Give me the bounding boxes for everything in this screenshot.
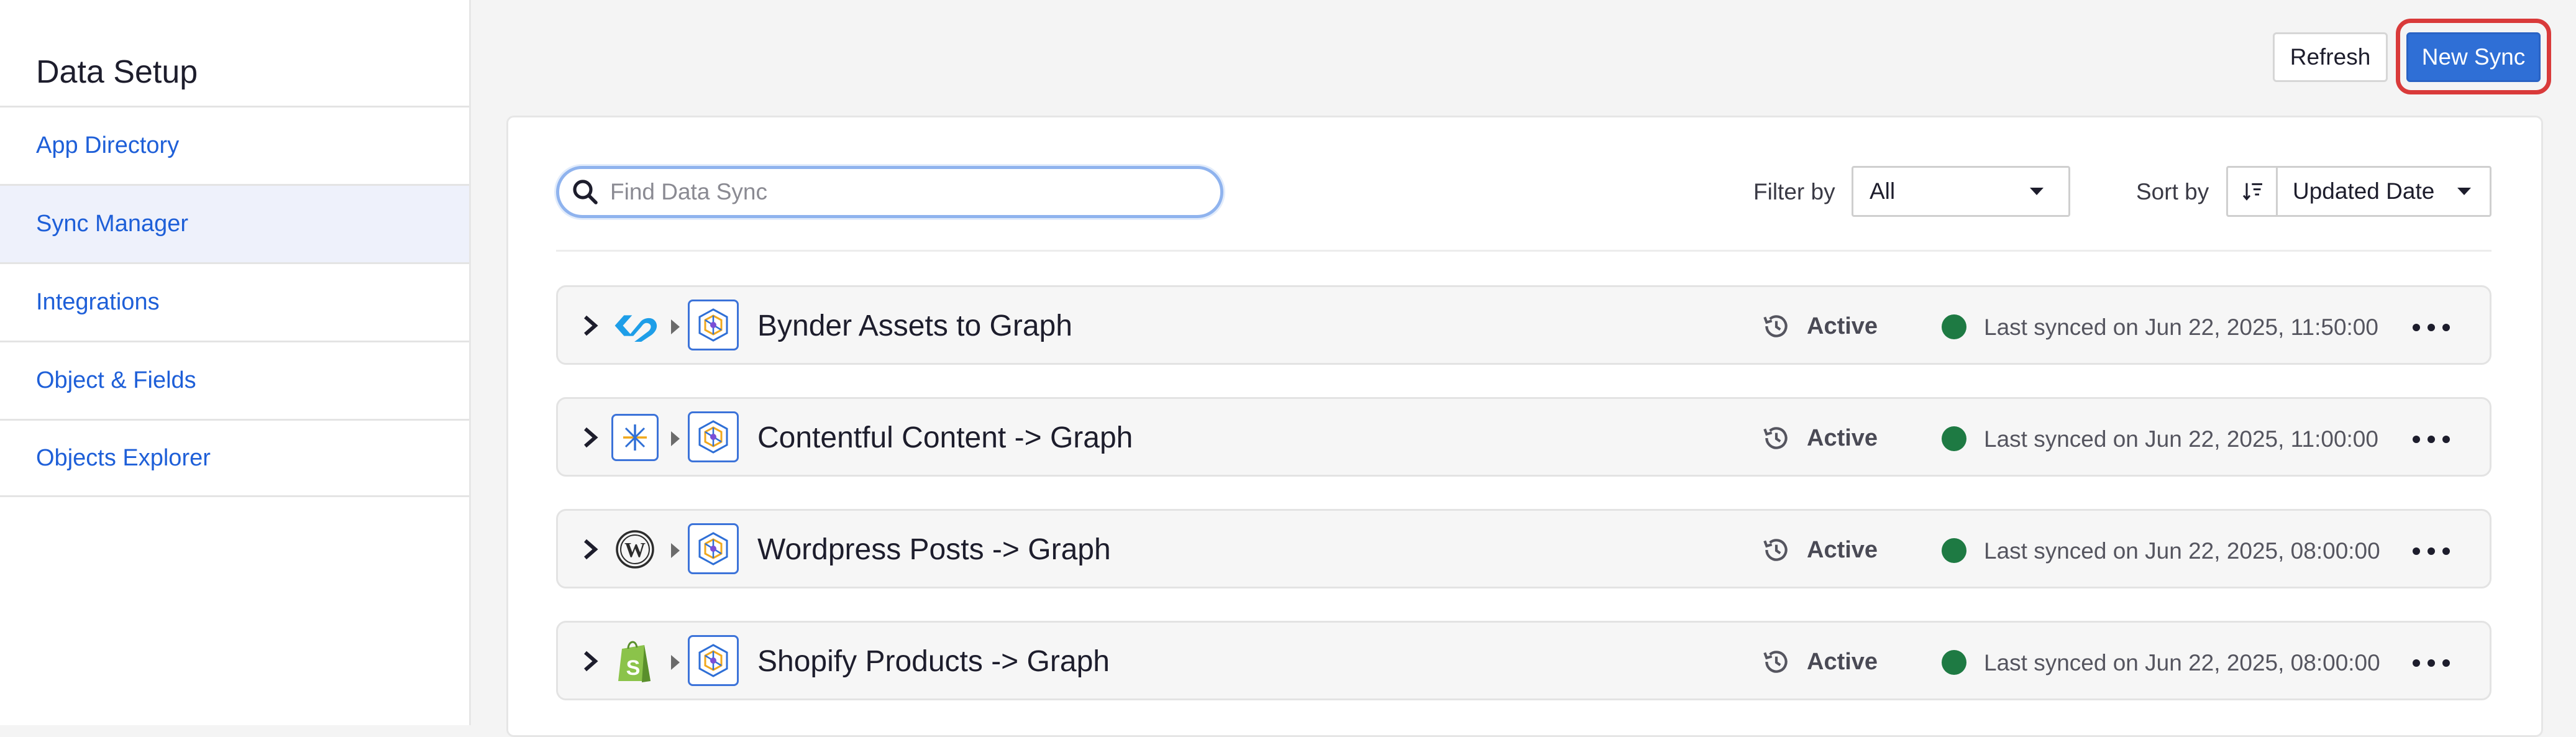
sync-row[interactable]: W Wordpress Posts -> Graph Active Last s… — [556, 509, 2492, 588]
bynder-logo-icon — [611, 302, 659, 349]
sort-label: Sort by — [2136, 179, 2209, 204]
search-input[interactable] — [609, 178, 1171, 206]
status-dot-icon — [1942, 426, 1966, 451]
svg-text:W: W — [624, 539, 646, 562]
sync-row[interactable]: S Shopify Products -> Graph Active Last … — [556, 621, 2492, 700]
sort-direction-button[interactable] — [2226, 166, 2277, 217]
last-synced-text: Last synced on Jun 22, 2025, 08:00:00 — [1984, 538, 2380, 564]
history-icon — [1763, 651, 1788, 673]
contentful-logo-icon — [611, 414, 659, 461]
history-icon — [1763, 427, 1788, 449]
arrow-right-icon — [671, 655, 680, 670]
status-badge: Active — [1807, 425, 1878, 451]
arrow-right-icon — [671, 319, 680, 334]
filter-selected-value: All — [1870, 178, 1896, 204]
sidebar-item-objects-explorer[interactable]: Objects Explorer — [0, 419, 469, 497]
more-options-icon[interactable] — [2413, 659, 2450, 667]
chevron-right-icon[interactable] — [578, 312, 603, 339]
sidebar-item-sync-manager[interactable]: Sync Manager — [0, 184, 469, 262]
divider — [556, 250, 2492, 252]
chevron-right-icon[interactable] — [578, 424, 603, 451]
arrow-right-icon — [671, 543, 680, 558]
sync-row[interactable]: Bynder Assets to Graph Active Last synce… — [556, 285, 2492, 365]
status-badge: Active — [1807, 537, 1878, 563]
sync-row[interactable]: Contentful Content -> Graph Active Last … — [556, 397, 2492, 477]
status-badge: Active — [1807, 313, 1878, 339]
more-options-icon[interactable] — [2413, 435, 2450, 444]
new-sync-button[interactable]: New Sync — [2406, 32, 2541, 82]
sort-select[interactable]: Updated Date — [2276, 166, 2492, 217]
sync-name[interactable]: Shopify Products -> Graph — [757, 644, 1110, 679]
sidebar-item-app-directory[interactable]: App Directory — [0, 106, 469, 184]
graph-logo-icon — [688, 635, 739, 686]
svg-text:S: S — [626, 656, 641, 680]
last-synced-text: Last synced on Jun 22, 2025, 11:50:00 — [1984, 314, 2378, 340]
sync-name[interactable]: Contentful Content -> Graph — [757, 421, 1133, 455]
sort-descending-icon — [2242, 183, 2262, 201]
search-icon — [573, 180, 598, 204]
status-dot-icon — [1942, 650, 1966, 675]
history-icon — [1763, 539, 1788, 561]
search-box[interactable] — [556, 166, 1223, 218]
sort-selected-value: Updated Date — [2293, 178, 2435, 204]
filter-select[interactable]: All — [1852, 166, 2070, 217]
chevron-down-icon — [2457, 188, 2471, 195]
graph-logo-icon — [688, 523, 739, 574]
graph-logo-icon — [688, 300, 739, 350]
more-options-icon[interactable] — [2413, 323, 2450, 332]
chevron-down-icon — [2030, 188, 2044, 195]
sync-name[interactable]: Wordpress Posts -> Graph — [757, 533, 1111, 567]
refresh-button[interactable]: Refresh — [2273, 32, 2388, 82]
arrow-right-icon — [671, 431, 680, 446]
sidebar-title: Data Setup — [36, 54, 198, 90]
shopify-logo-icon: S — [611, 638, 659, 685]
sidebar-item-integrations[interactable]: Integrations — [0, 262, 469, 341]
status-badge: Active — [1807, 649, 1878, 675]
chevron-right-icon[interactable] — [578, 536, 603, 563]
last-synced-text: Last synced on Jun 22, 2025, 08:00:00 — [1984, 650, 2380, 675]
wordpress-logo-icon: W — [611, 526, 659, 573]
last-synced-text: Last synced on Jun 22, 2025, 11:00:00 — [1984, 426, 2378, 452]
sync-name[interactable]: Bynder Assets to Graph — [757, 309, 1072, 343]
filter-label: Filter by — [1753, 179, 1835, 204]
status-dot-icon — [1942, 538, 1966, 563]
sidebar-nav: App Directory Sync Manager Integrations … — [0, 106, 469, 497]
sidebar: Data Setup App Directory Sync Manager In… — [0, 0, 471, 725]
chevron-right-icon[interactable] — [578, 648, 603, 675]
graph-logo-icon — [688, 411, 739, 462]
status-dot-icon — [1942, 314, 1966, 339]
sidebar-item-object-fields[interactable]: Object & Fields — [0, 341, 469, 419]
more-options-icon[interactable] — [2413, 547, 2450, 556]
history-icon — [1763, 315, 1788, 337]
